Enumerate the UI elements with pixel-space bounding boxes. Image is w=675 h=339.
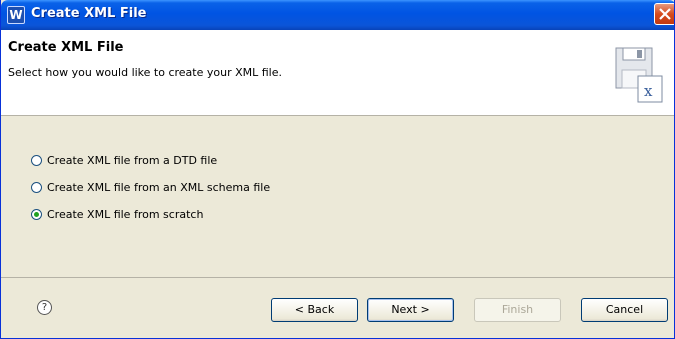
option-from-scratch-label: Create XML file from scratch bbox=[47, 208, 204, 221]
create-xml-dialog: W Create XML File Create XML File Select… bbox=[0, 0, 675, 339]
cancel-button[interactable]: Cancel bbox=[581, 298, 668, 322]
close-icon bbox=[659, 8, 671, 20]
app-icon: W bbox=[7, 6, 25, 24]
close-button[interactable] bbox=[654, 3, 674, 25]
back-button[interactable]: < Back bbox=[271, 298, 358, 322]
page-title: Create XML File bbox=[8, 40, 124, 55]
option-from-scratch[interactable]: Create XML file from scratch bbox=[31, 208, 203, 221]
option-from-dtd[interactable]: Create XML file from a DTD file bbox=[31, 154, 217, 167]
next-button[interactable]: Next > bbox=[367, 298, 454, 322]
wizard-footer: ? < Back Next > Finish Cancel bbox=[1, 277, 674, 338]
title-bar[interactable]: W Create XML File bbox=[1, 0, 674, 30]
creation-options: Create XML file from a DTD file Create X… bbox=[1, 116, 674, 276]
radio-from-dtd[interactable] bbox=[31, 155, 42, 166]
help-icon[interactable]: ? bbox=[37, 300, 52, 315]
page-description: Select how you would like to create your… bbox=[8, 66, 283, 79]
option-from-dtd-label: Create XML file from a DTD file bbox=[47, 154, 218, 167]
xml-file-icon: x bbox=[615, 47, 663, 103]
wizard-header: Create XML File Select how you would lik… bbox=[1, 30, 674, 116]
window-title: Create XML File bbox=[31, 6, 147, 21]
option-from-schema-label: Create XML file from an XML schema file bbox=[47, 181, 271, 194]
finish-button[interactable]: Finish bbox=[474, 298, 561, 322]
radio-from-scratch[interactable] bbox=[31, 209, 42, 220]
svg-text:x: x bbox=[644, 82, 653, 100]
app-icon-letter: W bbox=[9, 8, 23, 22]
option-from-schema[interactable]: Create XML file from an XML schema file bbox=[31, 181, 270, 194]
radio-from-schema[interactable] bbox=[31, 182, 42, 193]
